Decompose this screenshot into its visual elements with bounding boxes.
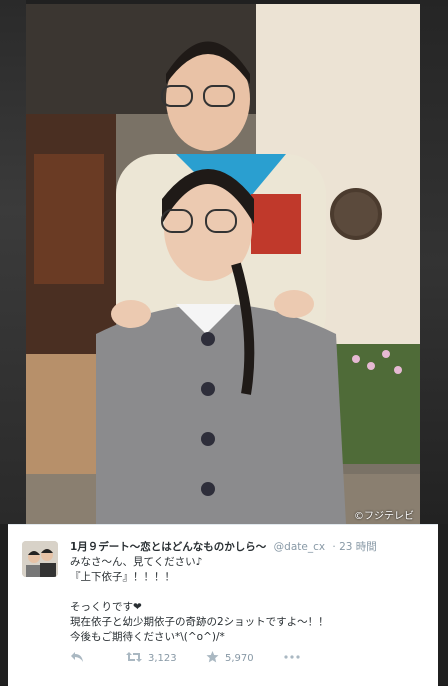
tweet-photo[interactable]: ©フジテレビ <box>26 4 420 524</box>
tweet-actions: 3,123 5,970 <box>70 651 410 669</box>
retweet-button[interactable]: 3,123 <box>126 651 177 666</box>
display-name[interactable]: 1月９デート〜恋とはどんなものかしら〜 <box>70 541 266 553</box>
tweet-text: みなさ〜ん、見てください♪ 『上下依子』！！！！ そっくりです❤ 現在依子と幼少… <box>70 555 420 645</box>
retweet-count: 3,123 <box>148 653 177 664</box>
favorite-icon <box>206 651 219 666</box>
avatar[interactable] <box>22 541 58 577</box>
tweet-line: みなさ〜ん、見てください♪ <box>70 556 203 568</box>
more-icon <box>284 651 300 662</box>
favorite-count: 5,970 <box>225 653 254 664</box>
tweet-card: 1月９デート〜恋とはどんなものかしら〜 @date_cx · 23 時間 みなさ… <box>8 524 438 686</box>
tweet-line: 現在依子と幼少期依子の奇跡の2ショットですよ〜！！ <box>70 616 329 628</box>
background-blur-right <box>420 0 448 524</box>
user-handle[interactable]: @date_cx <box>274 541 325 553</box>
tweet-line: 今後もご期待ください*\(^o^)/* <box>70 631 225 643</box>
reply-button[interactable] <box>70 651 84 666</box>
avatar-image <box>22 541 58 577</box>
background-blur-left <box>0 0 26 524</box>
media-viewer: ©フジテレビ 1月９デート〜恋とはどんなものかしら〜 @date_cx · 23… <box>0 0 448 686</box>
tweet-timestamp[interactable]: · 23 時間 <box>332 541 376 553</box>
retweet-icon <box>126 651 142 666</box>
photo-copyright: ©フジテレビ <box>354 511 414 522</box>
photo-illustration <box>26 4 420 524</box>
tweet-line: 『上下依子』！！！！ <box>70 571 175 583</box>
favorite-button[interactable]: 5,970 <box>206 651 254 666</box>
reply-icon <box>70 651 84 666</box>
tweet-line <box>70 585 420 600</box>
tweet-line: そっくりです❤ <box>70 601 142 613</box>
more-button[interactable] <box>284 651 300 662</box>
